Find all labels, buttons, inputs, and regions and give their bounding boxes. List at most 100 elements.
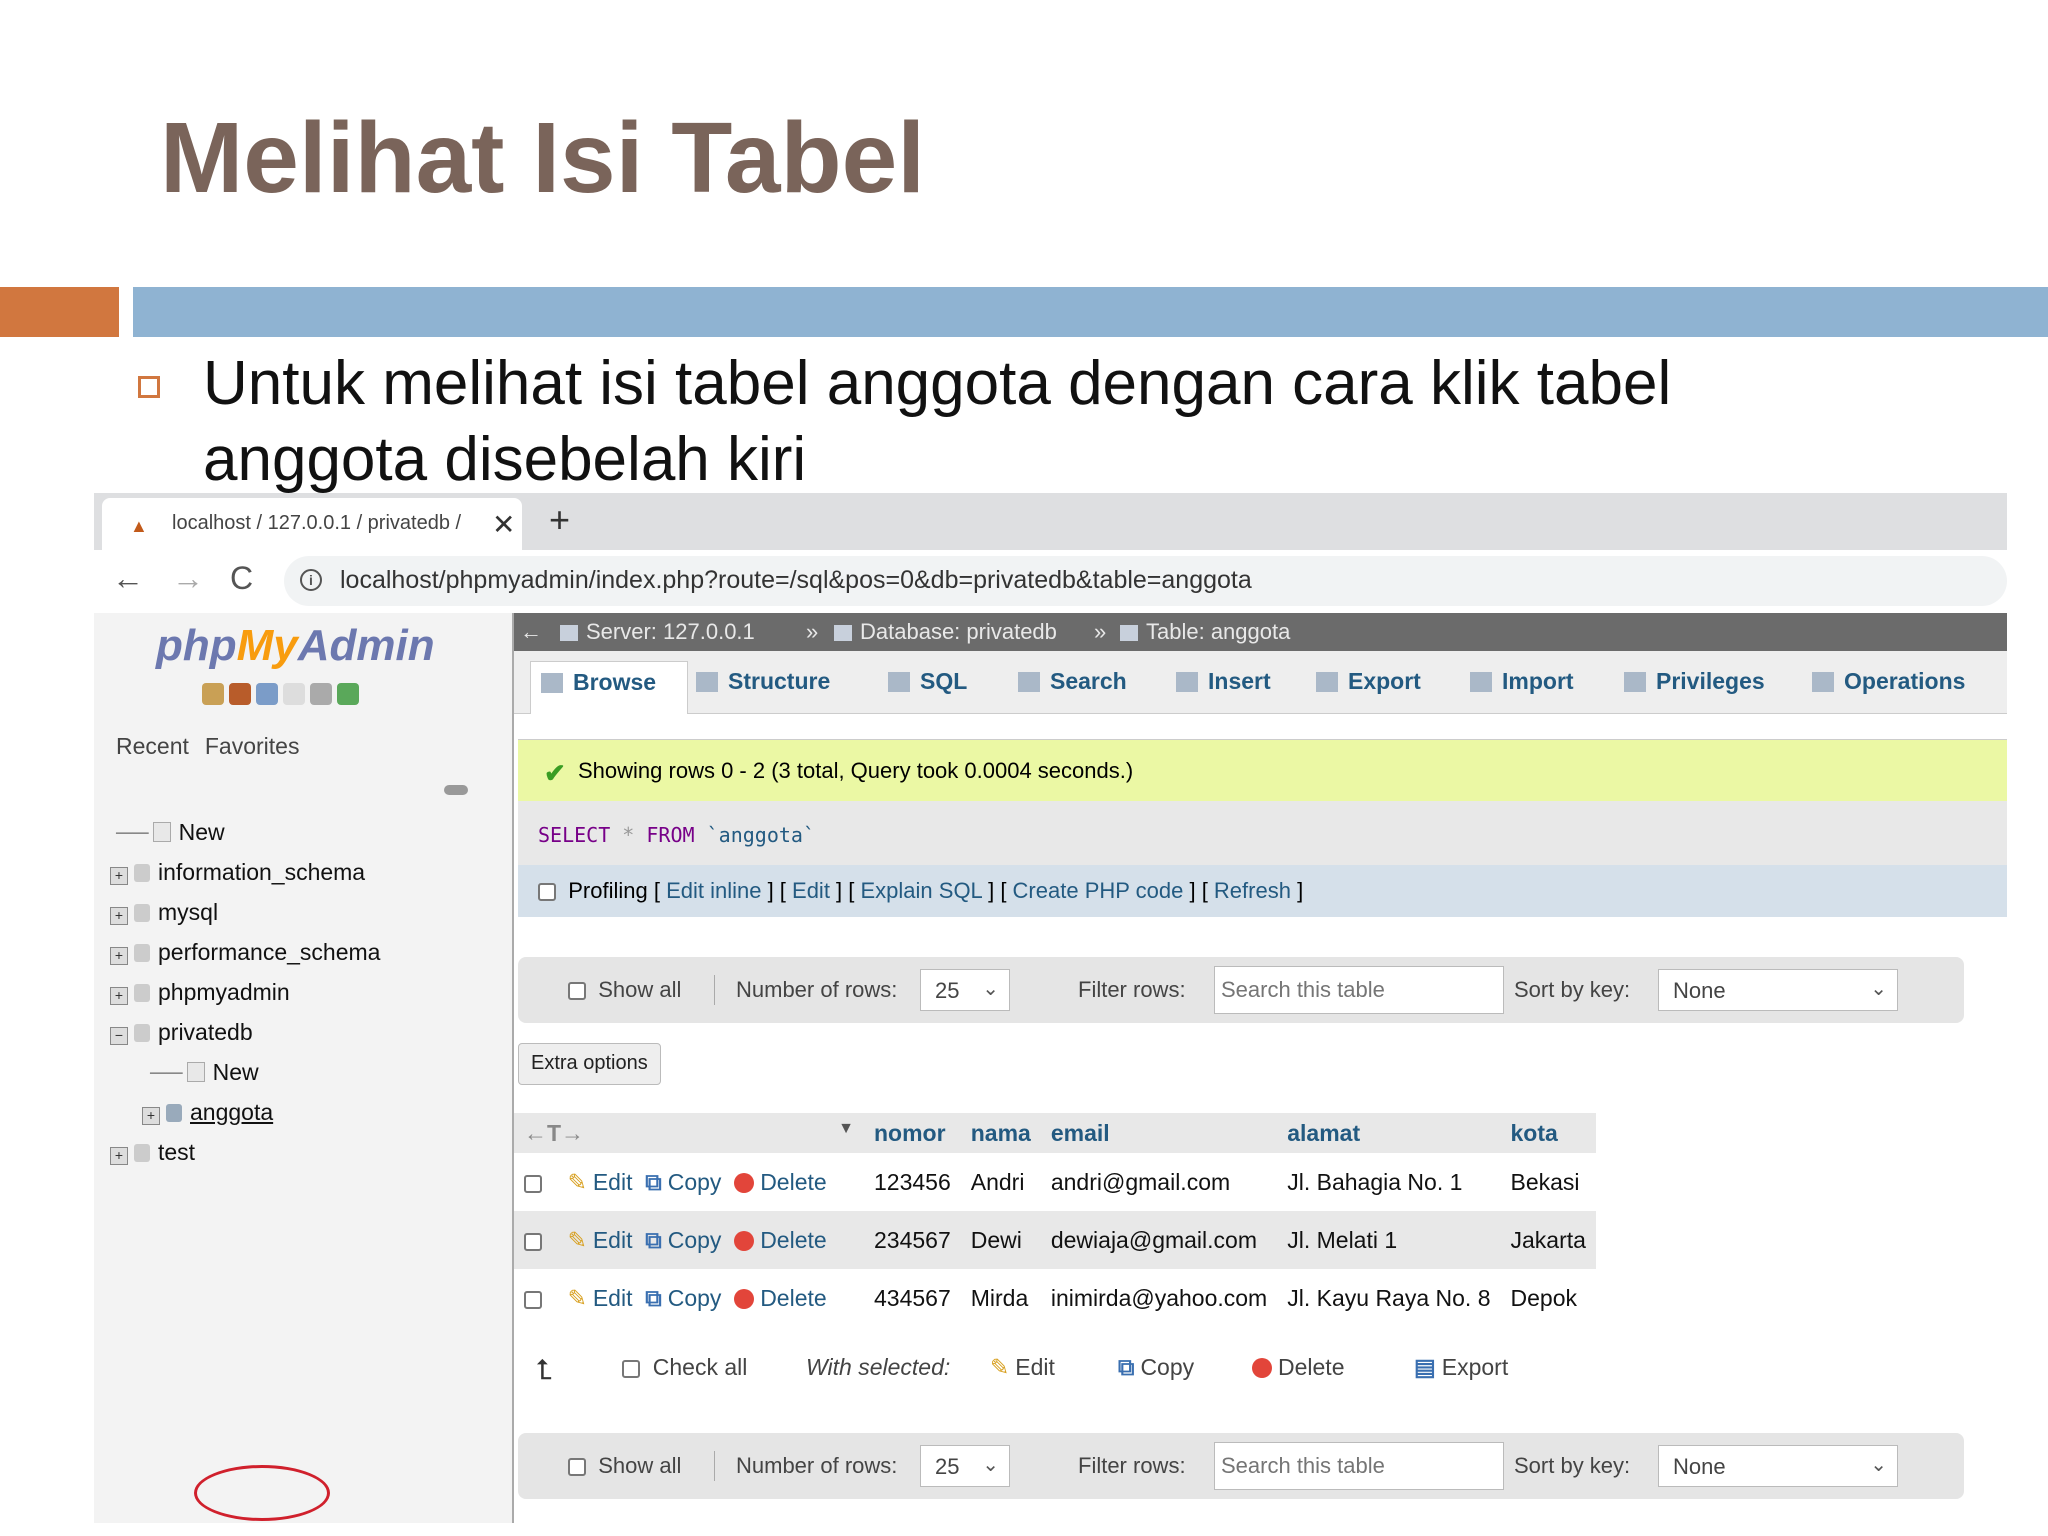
show-all-checkbox[interactable] [568, 1458, 586, 1476]
sort-triangle-icon[interactable]: ▼ [838, 1120, 854, 1138]
row-edit-button[interactable]: ✎ Edit [568, 1169, 633, 1195]
help-icon[interactable] [256, 683, 278, 705]
tree-item-new-table[interactable]: ── New [150, 1059, 259, 1086]
explain-sql-link[interactable]: Explain SQL [861, 878, 982, 903]
row-checkbox[interactable] [524, 1290, 542, 1309]
breadcrumb-database[interactable]: Database: privatedb [834, 619, 1057, 645]
bulk-copy-button[interactable]: ⧉ Copy [1118, 1354, 1194, 1381]
forward-arrow-icon[interactable]: → [172, 560, 204, 597]
tab-sql[interactable]: SQL [878, 661, 977, 713]
check-all-control[interactable]: Check all [622, 1354, 747, 1381]
tab-favorites[interactable]: Favorites [205, 733, 300, 759]
tab-export[interactable]: Export [1306, 661, 1431, 713]
chevron-down-icon: ⌄ [1870, 978, 1887, 1000]
row-edit-button[interactable]: ✎ Edit [568, 1227, 633, 1253]
tree-item-phpmyadmin[interactable]: + phpmyadmin [110, 979, 290, 1006]
tab-browse[interactable]: Browse [530, 661, 688, 714]
info-icon[interactable]: i [300, 569, 322, 591]
home-icon[interactable] [202, 683, 224, 705]
close-tab-icon[interactable]: ✕ [492, 508, 515, 541]
bulk-edit-button[interactable]: ✎ Edit [990, 1354, 1055, 1381]
show-all-control[interactable]: Show all [568, 1453, 681, 1479]
show-all-control[interactable]: Show all [568, 977, 681, 1003]
url-field[interactable]: i localhost/phpmyadmin/index.php?route=/… [284, 556, 2007, 606]
extra-options-button[interactable]: Extra options [518, 1043, 661, 1085]
tab-insert[interactable]: Insert [1166, 661, 1281, 713]
tree-item-anggota[interactable]: + anggota [142, 1099, 273, 1126]
expand-icon[interactable]: + [110, 1147, 128, 1165]
row-copy-button[interactable]: ⧉ Copy [645, 1285, 721, 1311]
cell-kota: Depok [1500, 1269, 1596, 1327]
tree-item-performance-schema[interactable]: + performance_schema [110, 939, 380, 966]
column-resize-header[interactable]: ←T→ ▼ [514, 1113, 864, 1153]
expand-icon[interactable]: + [110, 907, 128, 925]
bulk-delete-button[interactable]: Delete [1252, 1354, 1344, 1381]
col-header-kota[interactable]: kota [1500, 1113, 1596, 1153]
row-delete-button[interactable]: Delete [734, 1169, 827, 1195]
tab-import[interactable]: Import [1460, 661, 1584, 713]
tab-search[interactable]: Search [1008, 661, 1137, 713]
col-header-nomor[interactable]: nomor [864, 1113, 961, 1153]
sort-by-key-select[interactable]: None ⌄ [1658, 969, 1898, 1011]
col-header-nama[interactable]: nama [960, 1113, 1041, 1153]
new-tab-button[interactable]: + [549, 499, 570, 541]
structure-icon [696, 672, 718, 692]
row-delete-button[interactable]: Delete [734, 1285, 827, 1311]
edit-link[interactable]: Edit [792, 878, 830, 903]
row-checkbox[interactable] [524, 1174, 542, 1193]
back-arrow-icon[interactable]: ← [112, 560, 144, 597]
tree-item-test[interactable]: + test [110, 1139, 195, 1166]
edit-inline-link[interactable]: Edit inline [666, 878, 761, 903]
refresh-link[interactable]: Refresh [1214, 878, 1291, 903]
number-of-rows-select[interactable]: 25 ⌄ [920, 969, 1010, 1011]
filter-rows-input[interactable] [1215, 967, 1503, 1013]
check-all-checkbox[interactable] [622, 1360, 640, 1378]
col-header-email[interactable]: email [1040, 1113, 1278, 1153]
collapse-arrow-icon[interactable]: ← [520, 619, 542, 645]
expand-icon[interactable]: + [110, 947, 128, 965]
copy-icon: ⧉ [645, 1226, 662, 1253]
sort-by-key-select[interactable]: None ⌄ [1658, 1445, 1898, 1487]
link-icon[interactable] [444, 785, 468, 795]
bullet-square-icon [138, 376, 160, 398]
logout-icon[interactable] [229, 683, 251, 705]
settings-icon[interactable] [310, 683, 332, 705]
tree-item-information-schema[interactable]: + information_schema [110, 859, 365, 886]
breadcrumb-table[interactable]: Table: anggota [1120, 619, 1290, 645]
row-copy-button[interactable]: ⧉ Copy [645, 1169, 721, 1195]
expand-icon[interactable]: + [110, 867, 128, 885]
bulk-export-button[interactable]: ▤ Export [1414, 1354, 1508, 1381]
collapse-icon[interactable]: − [110, 1027, 128, 1045]
breadcrumb-server[interactable]: Server: 127.0.0.1 [560, 619, 755, 645]
show-all-checkbox[interactable] [568, 982, 586, 1000]
reload-nav-icon[interactable] [337, 683, 359, 705]
row-copy-button[interactable]: ⧉ Copy [645, 1227, 721, 1253]
table-navbar-top: Show all Number of rows: 25 ⌄ Filter rows… [518, 957, 1964, 1023]
expand-icon[interactable]: + [142, 1107, 160, 1125]
docs-icon[interactable] [283, 683, 305, 705]
tree-item-new[interactable]: ── New [116, 819, 225, 846]
tab-structure[interactable]: Structure [686, 661, 840, 713]
tab-recent[interactable]: Recent [116, 733, 189, 759]
number-of-rows-select[interactable]: 25 ⌄ [920, 1445, 1010, 1487]
table-row: ✎ Edit ⧉ Copy Delete 123456 Andri andri@gm… [514, 1153, 1596, 1211]
expand-icon[interactable]: + [110, 987, 128, 1005]
reload-icon[interactable]: C [230, 560, 253, 597]
phpmyadmin-logo[interactable]: phpMyAdmin [156, 621, 435, 671]
tree-item-mysql[interactable]: + mysql [110, 899, 218, 926]
col-header-alamat[interactable]: alamat [1277, 1113, 1501, 1153]
create-php-code-link[interactable]: Create PHP code [1013, 878, 1184, 903]
tree-item-privatedb[interactable]: − privatedb [110, 1019, 253, 1046]
sql-query[interactable]: SELECT * FROM `anggota` [538, 823, 815, 847]
sort-by-key-label: Sort by key: [1514, 977, 1631, 1002]
number-of-rows-label: Number of rows: [736, 1453, 898, 1478]
browser-tab[interactable]: ▲ localhost / 127.0.0.1 / privatedb / ✕ [102, 498, 522, 550]
tab-operations[interactable]: Operations [1802, 661, 1975, 713]
database-icon [134, 904, 150, 922]
row-edit-button[interactable]: ✎ Edit [568, 1285, 633, 1311]
tab-privileges[interactable]: Privileges [1614, 661, 1775, 713]
row-checkbox[interactable] [524, 1232, 542, 1251]
row-delete-button[interactable]: Delete [734, 1227, 827, 1253]
profiling-checkbox[interactable] [538, 883, 556, 901]
filter-rows-input[interactable] [1215, 1443, 1503, 1489]
